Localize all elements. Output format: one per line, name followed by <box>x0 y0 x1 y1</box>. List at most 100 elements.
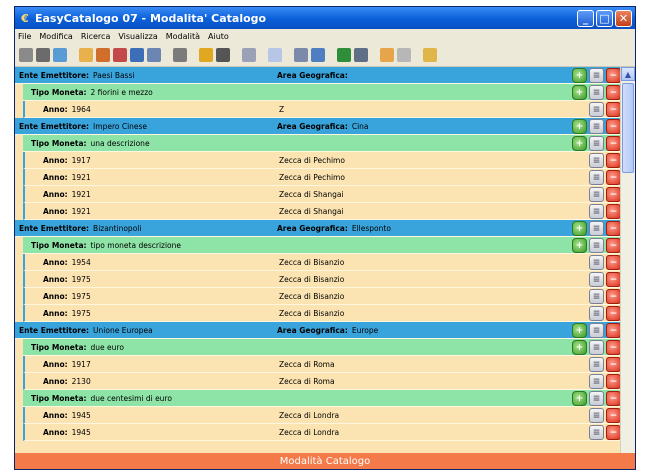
unlock-icon[interactable] <box>397 48 411 62</box>
title-bar[interactable]: € EasyCatalogo 07 - Modalita' Catalogo _… <box>15 7 635 29</box>
save-icon[interactable] <box>96 48 110 62</box>
delete-icon[interactable]: − <box>606 187 621 202</box>
edit-icon[interactable]: ≡ <box>589 102 604 117</box>
edit-icon[interactable]: ≡ <box>589 340 604 355</box>
ente-row[interactable]: Ente Emettitore: Impero Cinese Area Geogra… <box>15 118 623 135</box>
tipo-row[interactable]: Tipo Moneta: una descrizione + ≡ − <box>23 135 623 152</box>
edit-icon[interactable]: ≡ <box>589 136 604 151</box>
delete-icon[interactable]: − <box>606 357 621 372</box>
delete-icon[interactable]: − <box>606 153 621 168</box>
anno-row[interactable]: Anno: 1945 Zecca di Londra ≡ − <box>23 407 623 424</box>
delete-icon[interactable]: − <box>606 136 621 151</box>
ente-row[interactable]: Ente Emettitore: Paesi Bassi Area Geografi… <box>15 67 623 84</box>
edit-icon[interactable]: ≡ <box>589 374 604 389</box>
tipo-row[interactable]: Tipo Moneta: due euro + ≡ − <box>23 339 623 356</box>
menu-modifica[interactable]: Modifica <box>39 32 72 41</box>
anno-row[interactable]: Anno: 1975 Zecca di Bisanzio ≡ − <box>23 271 623 288</box>
edit-icon[interactable]: ≡ <box>589 153 604 168</box>
scroll-thumb[interactable] <box>622 83 634 173</box>
anno-row[interactable]: Anno: 1921 Zecca di Shangai ≡ − <box>23 186 623 203</box>
open-folder-icon[interactable] <box>79 48 93 62</box>
anno-row[interactable]: Anno: 1954 Zecca di Bisanzio ≡ − <box>23 254 623 271</box>
tipo-row[interactable]: Tipo Moneta: 2 fiorini e mezzo + ≡ − <box>23 84 623 101</box>
search-icon[interactable] <box>242 48 256 62</box>
delete-icon[interactable]: − <box>606 289 621 304</box>
edit-icon[interactable]: ≡ <box>589 238 604 253</box>
anno-row[interactable]: Anno: 1921 Zecca di Pechimo ≡ − <box>23 169 623 186</box>
edit-icon[interactable]: ≡ <box>589 68 604 83</box>
delete-icon[interactable]: − <box>606 170 621 185</box>
tipo-row[interactable]: Tipo Moneta: tipo moneta descrizione + ≡ − <box>23 237 623 254</box>
maximize-button[interactable]: □ <box>596 9 613 27</box>
edit-icon[interactable]: ≡ <box>589 425 604 440</box>
lock-icon[interactable] <box>380 48 394 62</box>
table-icon[interactable] <box>311 48 325 62</box>
image-icon[interactable] <box>130 48 144 62</box>
menu-visualizza[interactable]: Visualizza <box>118 32 157 41</box>
close-button[interactable]: ✕ <box>615 9 632 27</box>
add-icon[interactable]: + <box>572 85 587 100</box>
add-icon[interactable]: + <box>572 238 587 253</box>
vertical-scrollbar[interactable]: ▲ <box>620 67 635 455</box>
add-icon[interactable]: + <box>572 391 587 406</box>
delete-icon[interactable]: − <box>606 85 621 100</box>
delete-icon[interactable]: − <box>606 68 621 83</box>
delete-icon[interactable]: − <box>606 204 621 219</box>
minimize-button[interactable]: _ <box>577 9 594 27</box>
delete-icon[interactable]: − <box>606 102 621 117</box>
delete-icon[interactable]: − <box>606 272 621 287</box>
delete-icon[interactable]: − <box>606 425 621 440</box>
anno-row[interactable]: Anno: 1964 Z ≡ − <box>23 101 623 118</box>
edit-icon[interactable]: ≡ <box>589 323 604 338</box>
add-icon[interactable]: + <box>572 68 587 83</box>
add-icon[interactable]: + <box>572 221 587 236</box>
add-icon[interactable]: + <box>572 340 587 355</box>
edit-icon[interactable]: ≡ <box>589 221 604 236</box>
anno-row[interactable]: Anno: 1975 Zecca di Bisanzio ≡ − <box>23 288 623 305</box>
anno-row[interactable]: Anno: 2130 Zecca di Roma ≡ − <box>23 373 623 390</box>
prev-record-icon[interactable] <box>36 48 50 62</box>
edit-icon[interactable]: ≡ <box>589 289 604 304</box>
print-icon[interactable] <box>173 48 187 62</box>
edit-icon[interactable]: ≡ <box>589 391 604 406</box>
pdf-icon[interactable] <box>113 48 127 62</box>
edit-icon[interactable]: ≡ <box>589 272 604 287</box>
delete-icon[interactable]: − <box>606 221 621 236</box>
edit-icon[interactable]: ≡ <box>589 170 604 185</box>
edit-icon[interactable]: ≡ <box>589 408 604 423</box>
delete-icon[interactable]: − <box>606 119 621 134</box>
list-icon[interactable] <box>216 48 230 62</box>
edit-icon[interactable]: ≡ <box>589 187 604 202</box>
delete-icon[interactable]: − <box>606 323 621 338</box>
green-block-icon[interactable] <box>337 48 351 62</box>
menu-aiuto[interactable]: Aiuto <box>208 32 229 41</box>
window-icon[interactable] <box>268 48 282 62</box>
edit-icon[interactable]: ≡ <box>589 204 604 219</box>
add-icon[interactable]: + <box>572 136 587 151</box>
delete-icon[interactable]: − <box>606 255 621 270</box>
user-icon[interactable] <box>199 48 213 62</box>
gallery-icon[interactable] <box>147 48 161 62</box>
delete-icon[interactable]: − <box>606 408 621 423</box>
menu-modalita[interactable]: Modalità <box>166 32 200 41</box>
delete-icon[interactable]: − <box>606 374 621 389</box>
anno-row[interactable]: Anno: 1975 Zecca di Bisanzio ≡ − <box>23 305 623 322</box>
anno-row[interactable]: Anno: 1921 Zecca di Shangai ≡ − <box>23 203 623 220</box>
ente-row[interactable]: Ente Emettitore: Bizantinopoli Area Geogra… <box>15 220 623 237</box>
add-icon[interactable]: + <box>572 119 587 134</box>
ente-row[interactable]: Ente Emettitore: Unione Europea Area Geogr… <box>15 322 623 339</box>
scroll-up-button[interactable]: ▲ <box>621 67 635 81</box>
first-record-icon[interactable] <box>19 48 33 62</box>
delete-icon[interactable]: − <box>606 238 621 253</box>
delete-icon[interactable]: − <box>606 306 621 321</box>
menu-ricerca[interactable]: Ricerca <box>81 32 111 41</box>
edit-icon[interactable]: ≡ <box>589 119 604 134</box>
delete-icon[interactable]: − <box>606 340 621 355</box>
menu-file[interactable]: File <box>18 32 31 41</box>
monitor-icon[interactable] <box>354 48 368 62</box>
tipo-row[interactable]: Tipo Moneta: due centesimi di euro + ≡ − <box>23 390 623 407</box>
grid-icon[interactable] <box>294 48 308 62</box>
anno-row[interactable]: Anno: 1917 Zecca di Roma ≡ − <box>23 356 623 373</box>
edit-icon[interactable]: ≡ <box>589 306 604 321</box>
add-icon[interactable]: + <box>572 323 587 338</box>
